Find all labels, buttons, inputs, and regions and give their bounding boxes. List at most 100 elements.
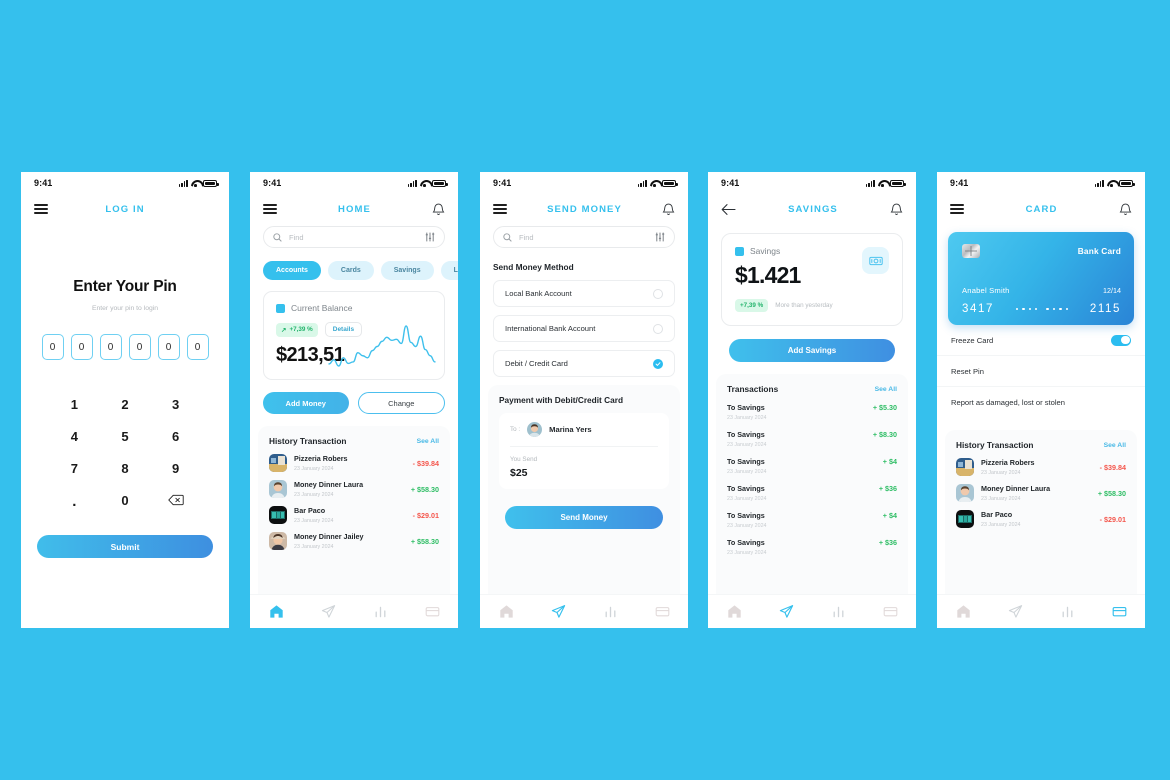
pin-digit[interactable]: 0 [157,334,180,360]
transaction-name: Money Dinner Jailey [294,532,364,542]
nav-chart-icon[interactable] [602,604,618,620]
freeze-card-toggle[interactable] [1111,334,1131,346]
keypad-key-dot[interactable]: . [49,494,100,509]
see-all-link[interactable]: See All [875,386,897,393]
nav-card-icon[interactable] [654,604,670,620]
keypad-key-9[interactable]: 9 [150,462,201,475]
transaction-row[interactable]: Pizzeria Robers 23 January 2024 - $39.84 [956,458,1126,476]
savings-transaction-row[interactable]: To Savings 23 January 2024 + $4 [727,511,897,529]
search-input[interactable] [282,232,425,242]
submit-button[interactable]: Submit [37,535,213,558]
keypad-key-3[interactable]: 3 [150,398,201,411]
setting-report-card[interactable]: Report as damaged, lost or stolen [937,387,1145,418]
nav-send-icon[interactable] [550,604,566,620]
search-bar[interactable] [263,226,445,248]
nav-card-icon[interactable] [424,604,440,620]
bottom-navigation[interactable] [480,594,688,628]
recipient-row[interactable]: To : Marina Yers [510,422,658,447]
nav-chart-icon[interactable] [830,604,846,620]
tab-cards[interactable]: Cards [327,261,374,280]
nav-home-icon[interactable] [955,604,971,620]
pin-digit[interactable]: 0 [186,334,209,360]
keypad-key-7[interactable]: 7 [49,462,100,475]
pin-digit[interactable]: 0 [41,334,64,360]
menu-icon[interactable] [263,204,277,214]
nav-chart-icon[interactable] [1059,604,1075,620]
keypad-key-6[interactable]: 6 [150,430,201,443]
search-bar[interactable] [493,226,675,248]
back-arrow-icon[interactable] [721,203,736,216]
nav-send-icon[interactable] [1007,604,1023,620]
category-tabs[interactable]: Accounts Cards Savings L [263,261,458,280]
keypad-key-4[interactable]: 4 [49,430,100,443]
bell-icon[interactable] [662,202,675,216]
backspace-icon[interactable] [150,494,201,509]
savings-transaction-row[interactable]: To Savings 23 January 2024 + $5.30 [727,403,897,421]
change-button[interactable]: Change [357,392,445,414]
savings-transaction-row[interactable]: To Savings 23 January 2024 + $8.30 [727,430,897,448]
method-option-debit-credit-card[interactable]: Debit / Credit Card [493,350,675,377]
bank-card[interactable]: Bank Card Anabel Smith 12/14 3417 2115 [948,232,1134,325]
transaction-name: Bar Paco [294,506,326,516]
send-method-title: Send Money Method [493,262,574,272]
keypad-key-5[interactable]: 5 [100,430,151,443]
transaction-row[interactable]: Money Dinner Laura 23 January 2024 + $58… [269,480,439,498]
you-send-amount[interactable]: $25 [510,467,658,479]
nav-send-icon[interactable] [320,604,336,620]
savings-transaction-row[interactable]: To Savings 23 January 2024 + $36 [727,484,897,502]
add-money-button[interactable]: Add Money [263,392,349,414]
keypad-key-1[interactable]: 1 [49,398,100,411]
bell-icon[interactable] [432,202,445,216]
nav-home-icon[interactable] [498,604,514,620]
see-all-link[interactable]: See All [1104,442,1126,449]
menu-icon[interactable] [950,204,964,214]
bottom-navigation[interactable] [708,594,916,628]
bottom-navigation[interactable] [250,594,458,628]
keypad-key-2[interactable]: 2 [100,398,151,411]
keypad-key-8[interactable]: 8 [100,462,151,475]
transaction-row[interactable]: Money Dinner Jailey 23 January 2024 + $5… [269,532,439,550]
send-money-button[interactable]: Send Money [505,506,663,529]
keypad-key-0[interactable]: 0 [100,494,151,509]
transaction-row[interactable]: Bar Paco 23 January 2024 - $29.01 [956,510,1126,528]
bottom-navigation[interactable] [937,594,1145,628]
method-option-local-bank[interactable]: Local Bank Account [493,280,675,307]
tab-savings[interactable]: Savings [380,261,434,280]
tab-loans[interactable]: L [440,261,458,280]
see-all-link[interactable]: See All [417,438,439,445]
transaction-row[interactable]: Money Dinner Laura 23 January 2024 + $58… [956,484,1126,502]
nav-send-icon[interactable] [778,604,794,620]
savings-transaction-row[interactable]: To Savings 23 January 2024 + $4 [727,457,897,475]
banknote-icon[interactable] [862,247,889,274]
method-option-international-bank[interactable]: International Bank Account [493,315,675,342]
nav-home-icon[interactable] [268,604,284,620]
menu-icon[interactable] [34,204,48,214]
filter-icon[interactable] [425,232,435,242]
nav-card-icon[interactable] [882,604,898,620]
numeric-keypad[interactable]: 1 2 3 4 5 6 7 8 9 . 0 [49,398,201,509]
setting-reset-pin[interactable]: Reset Pin [937,356,1145,387]
pin-digit[interactable]: 0 [70,334,93,360]
setting-freeze-card[interactable]: Freeze Card [937,325,1145,356]
radio-unselected-icon[interactable] [653,288,663,299]
nav-home-icon[interactable] [726,604,742,620]
radio-unselected-icon[interactable] [653,323,663,334]
radio-selected-check-icon[interactable] [653,358,663,369]
tab-accounts[interactable]: Accounts [263,261,321,280]
add-savings-button[interactable]: Add Savings [729,339,895,362]
pin-digit[interactable]: 0 [128,334,151,360]
transaction-date: 23 January 2024 [294,543,334,550]
pin-digit[interactable]: 0 [99,334,122,360]
pin-input-group[interactable]: 0 0 0 0 0 0 [21,334,229,360]
transaction-row[interactable]: Bar Paco 23 January 2024 - $29.01 [269,506,439,524]
menu-icon[interactable] [493,204,507,214]
transaction-row[interactable]: Pizzeria Robers 23 January 2024 - $39.84 [269,454,439,472]
bell-icon[interactable] [890,202,903,216]
bell-icon[interactable] [1119,202,1132,216]
nav-chart-icon[interactable] [372,604,388,620]
nav-card-icon[interactable] [1111,604,1127,620]
search-input[interactable] [512,232,655,242]
transaction-amount: + $58.30 [410,536,439,546]
savings-transaction-row[interactable]: To Savings 23 January 2024 + $36 [727,538,897,556]
filter-icon[interactable] [655,232,665,242]
